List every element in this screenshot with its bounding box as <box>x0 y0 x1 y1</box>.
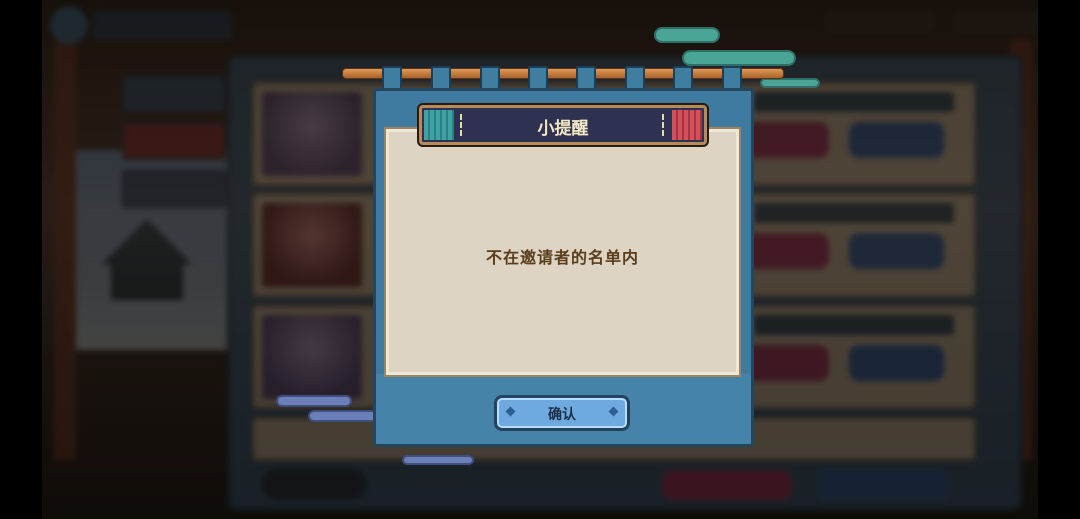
confirm-button-label: 确认 <box>548 407 576 423</box>
game-viewport: 不在邀请者的名单内 小提醒 确认 <box>42 0 1038 519</box>
game-screen: 不在邀请者的名单内 小提醒 确认 <box>0 0 1080 519</box>
cloud-decoration <box>654 27 720 43</box>
letterbox-right <box>1038 0 1080 519</box>
confirm-button[interactable]: 确认 <box>494 395 630 431</box>
dialog-title-plaque: 小提醒 <box>419 105 707 145</box>
cloud-decoration <box>760 78 820 88</box>
cloud-decoration <box>402 455 474 465</box>
dialog-content: 不在邀请者的名单内 <box>384 127 741 377</box>
hanging-rod <box>342 68 784 79</box>
letterbox-left <box>0 0 42 519</box>
dialog-title: 小提醒 <box>537 119 589 139</box>
cloud-decoration <box>682 50 796 66</box>
cloud-decoration <box>308 410 378 422</box>
dialog-message: 不在邀请者的名单内 <box>485 248 639 267</box>
cloud-decoration <box>276 395 352 407</box>
